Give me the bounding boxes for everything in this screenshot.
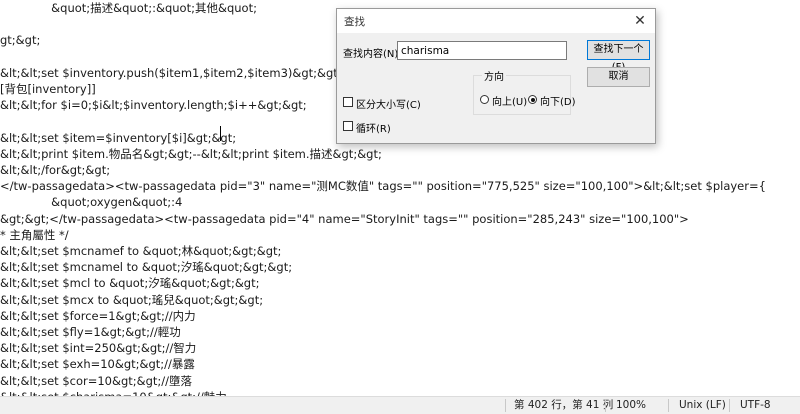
- find-dialog-titlebar[interactable]: 查找 ✕: [337, 9, 655, 33]
- editor-line: &lt;&lt;set $mcnamel to &quot;汐瑤&quot;&g…: [0, 260, 293, 275]
- editor-line: &quot;oxygen&quot;:4: [0, 195, 183, 210]
- editor-line: &lt;&lt;set $item=$inventory[$i]&gt;&gt;: [0, 130, 237, 145]
- status-separator: [668, 399, 669, 412]
- editor-line: &quot;描述&quot;:&quot;其他&quot;: [0, 1, 257, 15]
- editor-line: </tw-passagedata><tw-passagedata pid="3"…: [0, 179, 766, 194]
- editor-line: &lt;&lt;set $cor=10&gt;&gt;//墮落: [0, 373, 193, 388]
- editor-line: &lt;&lt;set $charisma=10&gt;&gt;//魅力: [0, 389, 227, 396]
- direction-group: 方向 向上(U) 向下(D): [473, 68, 576, 115]
- status-line-ending: Unix (LF): [679, 399, 726, 411]
- status-encoding: UTF-8: [740, 399, 771, 411]
- editor-line: &lt;&lt;set $force=1&gt;&gt;//内力: [0, 308, 196, 323]
- status-bar: 第 402 行，第 41 列 100% Unix (LF) UTF-8: [0, 396, 800, 414]
- close-icon[interactable]: ✕: [631, 12, 649, 30]
- editor-line: [背包[inventory]]: [0, 82, 96, 96]
- wrap-around-checkbox[interactable]: [343, 121, 353, 131]
- editor-line: &lt;&lt;print $item.物品名&gt;&gt;--&lt;&lt…: [0, 146, 382, 161]
- editor-line: * 主角屬性 */: [0, 227, 69, 242]
- find-what-label: 查找内容(N):: [343, 49, 402, 60]
- editor-line: &lt;&lt;for $i=0;$i&lt;$inventory.length…: [0, 98, 307, 113]
- editor-line: &lt;&lt;set $int=250&gt;&gt;//智力: [0, 341, 197, 356]
- editor-line: &lt;&lt;set $mcl to &quot;汐瑤&quot;&gt;&g…: [0, 276, 260, 291]
- status-cursor-position: 第 402 行，第 41 列: [514, 399, 614, 411]
- direction-down-label: 向下(D): [540, 97, 576, 108]
- find-next-button[interactable]: 查找下一个(F): [587, 40, 650, 73]
- editor-line: &lt;&lt;set $fly=1&gt;&gt;//輕功: [0, 325, 181, 339]
- direction-up-label: 向上(U): [492, 97, 528, 108]
- status-separator: [505, 399, 506, 412]
- editor-line: gt;&gt;: [0, 33, 41, 48]
- direction-down-radio[interactable]: [528, 95, 537, 104]
- direction-label: 方向: [482, 68, 506, 83]
- status-zoom: 100%: [616, 399, 647, 411]
- wrap-around-label: 循环(R): [356, 124, 391, 135]
- match-case-label: 区分大小写(C): [356, 100, 421, 111]
- editor-line: &lt;&lt;set $exh=10&gt;&gt;//暴露: [0, 357, 195, 372]
- editor-line: &lt;&lt;set $mcx to &quot;瑤兒&quot;&gt;&g…: [0, 292, 264, 307]
- direction-up-radio[interactable]: [480, 95, 489, 104]
- status-separator: [605, 399, 606, 412]
- editor-line: &lt;&lt;set $mcnamef to &quot;林&quot;&gt…: [0, 244, 282, 258]
- editor-line: &lt;&lt;set $inventory.push($item1,$item…: [0, 65, 342, 80]
- editor-line: &lt;&lt;/for&gt;&gt;: [0, 163, 111, 177]
- text-caret: [220, 126, 221, 141]
- editor-line: &gt;&gt;</tw-passagedata><tw-passagedata…: [0, 211, 689, 226]
- find-dialog-title: 查找: [344, 16, 365, 28]
- find-dialog: 查找 ✕ 查找内容(N): 查找下一个(F) 取消 方向 向上(U) 向下(D)…: [336, 8, 656, 144]
- find-what-input[interactable]: [397, 41, 567, 60]
- status-separator: [729, 399, 730, 412]
- cancel-button[interactable]: 取消: [587, 67, 650, 87]
- match-case-checkbox[interactable]: [343, 97, 353, 107]
